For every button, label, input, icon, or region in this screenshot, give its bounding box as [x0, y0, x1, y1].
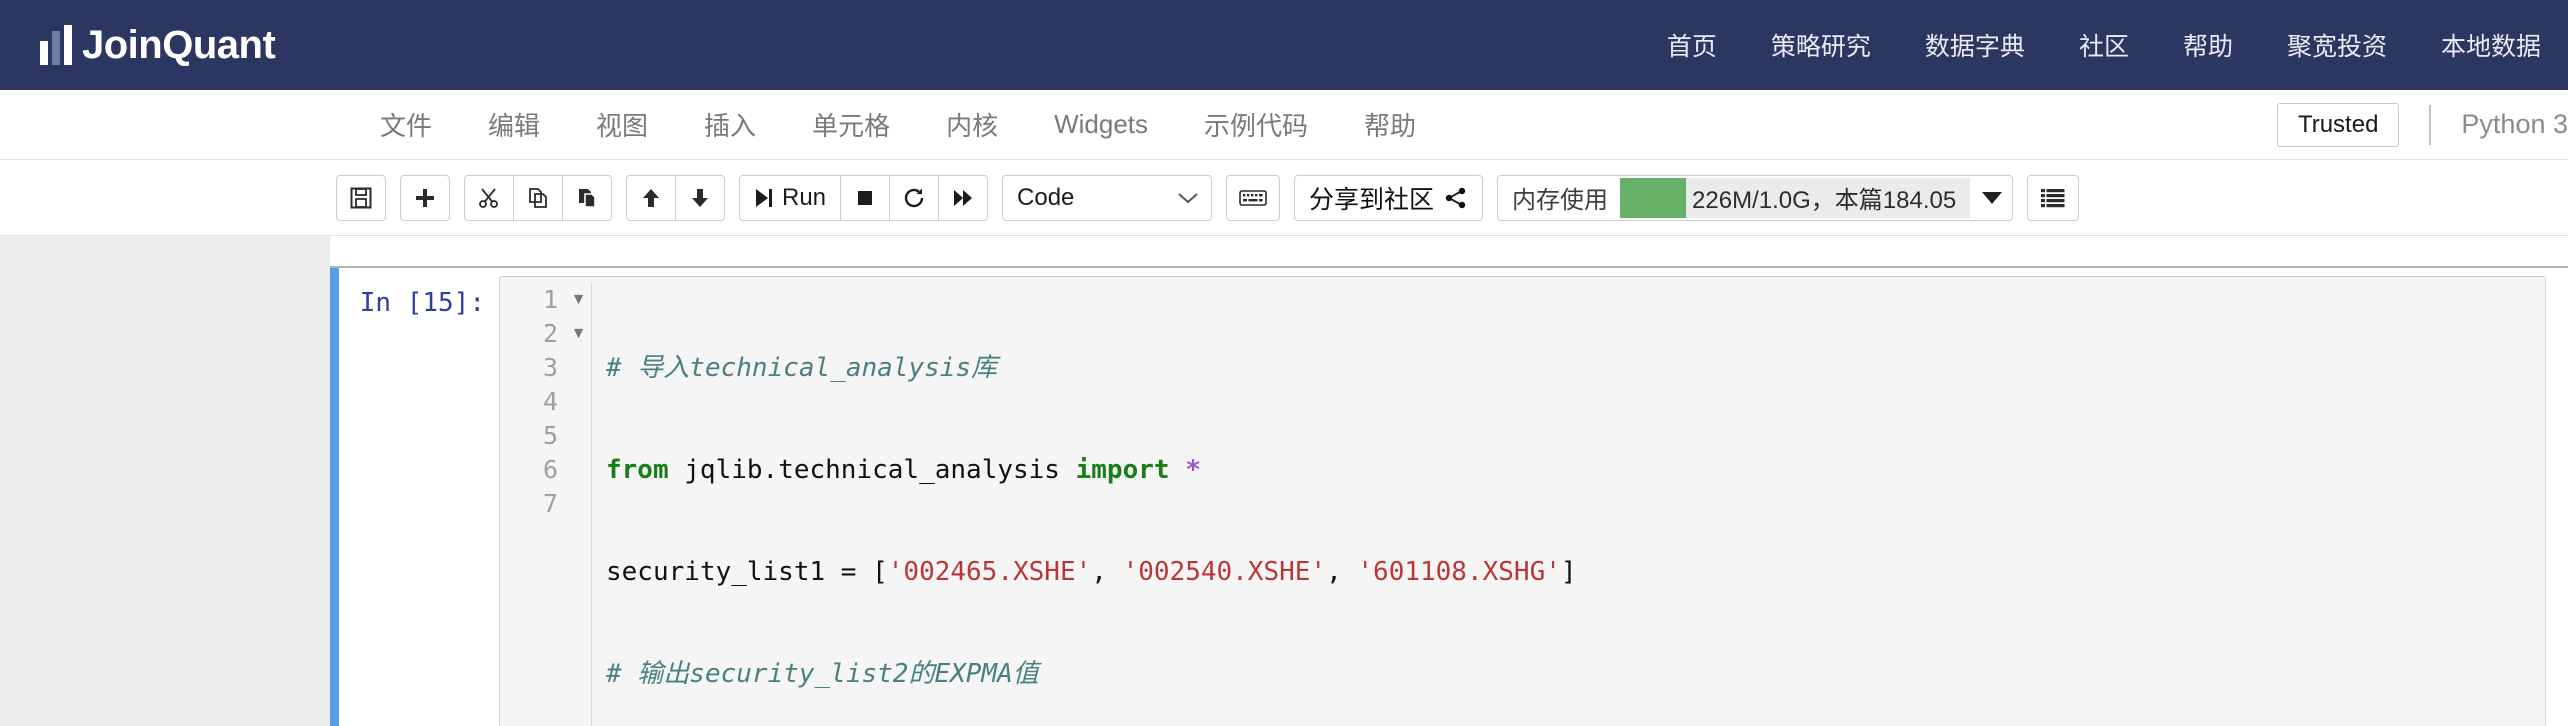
toolbar-group-clipboard [464, 174, 612, 221]
toolbar-group-move [626, 174, 725, 221]
table-of-contents-button[interactable] [2027, 174, 2080, 221]
toolbar-group-keyboard [1226, 174, 1281, 221]
notebook-left-gutter [0, 236, 330, 726]
interrupt-kernel-button[interactable] [840, 174, 891, 221]
move-cell-up-button[interactable] [626, 174, 676, 221]
cell-input-area[interactable]: 1 2 3 4 5 6 7 ▼ ▼ # 导入technical_analysis… [499, 276, 2546, 726]
cell-type-select[interactable]: Code [1002, 174, 1213, 221]
cell-selection-bar [330, 268, 339, 726]
fold-toggle-icon[interactable]: ▼ [566, 283, 591, 317]
line-number: 1 [542, 285, 558, 314]
nav-item-strategy[interactable]: 策略研究 [1744, 27, 1898, 63]
code-line: from jqlib.technical_analysis import * [606, 455, 1201, 485]
site-header: JoinQuant 首页 策略研究 数据字典 社区 帮助 聚宽投资 本地数据 [0, 0, 2568, 90]
fast-forward-icon [954, 189, 973, 206]
paste-button[interactable] [562, 174, 612, 221]
run-step-icon [756, 188, 772, 207]
nav-item-investment[interactable]: 聚宽投资 [2260, 27, 2414, 63]
keyboard-icon [1239, 189, 1267, 206]
arrow-up-icon [643, 188, 659, 207]
chevron-down-icon [1178, 192, 1198, 203]
code-fold-gutter[interactable]: ▼ ▼ [566, 283, 592, 726]
menu-insert[interactable]: 插入 [676, 106, 784, 143]
share-button-label: 分享到社区 [1309, 185, 1435, 214]
primary-nav: 首页 策略研究 数据字典 社区 帮助 聚宽投资 本地数据 [1640, 0, 2568, 90]
stop-square-icon [858, 190, 873, 205]
site-logo[interactable]: JoinQuant [40, 23, 276, 67]
nav-item-data-dictionary[interactable]: 数据字典 [1898, 27, 2052, 63]
cell-type-value: Code [1017, 183, 1075, 211]
notebook-cell[interactable]: In [15]: 1 2 3 4 5 6 7 ▼ ▼ # 导入technical… [330, 266, 2568, 726]
memory-usage-text: 226M/1.0G，本篇184.05 [1692, 187, 1957, 214]
memory-usage-label: 内存使用 [1512, 187, 1609, 214]
restart-and-run-all-button[interactable] [938, 174, 989, 221]
toolbar-group-add [400, 174, 450, 221]
move-cell-down-button[interactable] [675, 174, 725, 221]
menubar-right-group: Trusted Python 3 [2276, 90, 2568, 159]
nav-item-home[interactable]: 首页 [1640, 27, 1744, 63]
toolbar-group-save [336, 174, 386, 221]
plus-icon [416, 188, 434, 207]
code-line: # 输出security_list2的EXPMA值 [606, 659, 1039, 689]
share-to-community-button[interactable]: 分享到社区 [1294, 174, 1484, 221]
line-number: 2 [542, 319, 558, 348]
nav-item-local-data[interactable]: 本地数据 [2414, 27, 2568, 63]
menu-widgets[interactable]: Widgets [1026, 109, 1176, 140]
cut-button[interactable] [464, 174, 514, 221]
command-palette-button[interactable] [1226, 174, 1281, 221]
menubar-divider [2429, 104, 2432, 145]
trusted-button[interactable]: Trusted [2276, 102, 2400, 147]
run-button[interactable]: Run [739, 174, 842, 221]
notebook-menubar: 文件 编辑 视图 插入 单元格 内核 Widgets 示例代码 帮助 Trust… [0, 90, 2568, 160]
menu-help[interactable]: 帮助 [1336, 106, 1444, 143]
copy-button[interactable] [513, 174, 563, 221]
list-lines-icon [2041, 188, 2065, 207]
run-button-label: Run [782, 183, 827, 211]
cell-execution-prompt: In [15]: [359, 288, 485, 318]
menu-file[interactable]: 文件 [352, 106, 460, 143]
code-line: security_list1 = ['002465.XSHE', '002540… [606, 557, 1577, 587]
menu-cell[interactable]: 单元格 [784, 106, 918, 143]
notebook-body: In [15]: 1 2 3 4 5 6 7 ▼ ▼ # 导入technical… [0, 236, 2568, 726]
arrow-down-icon [692, 188, 708, 207]
line-number: 6 [542, 455, 558, 484]
line-number: 4 [542, 387, 558, 416]
notebook-toolbar: Run Code 分享到社区 内存使用 226M/1.0G，本篇184.05 [0, 160, 2568, 236]
cell-content: 1 2 3 4 5 6 7 ▼ ▼ # 导入technical_analysis… [499, 276, 2568, 726]
logo-text: JoinQuant [82, 23, 276, 67]
memory-usage-bar: 226M/1.0G，本篇184.05 [1620, 177, 1971, 218]
paste-icon [579, 188, 596, 208]
copy-icon [529, 187, 547, 208]
nav-item-community[interactable]: 社区 [2052, 27, 2156, 63]
notebook-page: In [15]: 1 2 3 4 5 6 7 ▼ ▼ # 导入technical… [330, 236, 2568, 726]
menu-examples[interactable]: 示例代码 [1176, 106, 1336, 143]
code-line: # 导入technical_analysis库 [606, 353, 998, 383]
caret-down-icon[interactable] [1982, 191, 2003, 204]
menu-view[interactable]: 视图 [568, 106, 676, 143]
insert-cell-button[interactable] [400, 174, 450, 221]
line-number: 7 [542, 489, 558, 518]
save-button[interactable] [336, 174, 386, 221]
line-number: 5 [542, 421, 558, 450]
bar-chart-logo-icon [40, 25, 72, 65]
code-line-numbers: 1 2 3 4 5 6 7 [500, 283, 566, 726]
code-editor[interactable]: # 导入technical_analysis库 from jqlib.techn… [592, 283, 2545, 726]
kernel-indicator[interactable]: Python 3 [2461, 109, 2568, 140]
floppy-disk-icon [350, 187, 372, 208]
menu-kernel[interactable]: 内核 [918, 106, 1026, 143]
memory-usage-indicator[interactable]: 内存使用 226M/1.0G，本篇184.05 [1497, 174, 2014, 221]
fold-toggle-icon[interactable]: ▼ [566, 317, 591, 351]
toolbar-group-run: Run [739, 174, 989, 221]
nav-item-help[interactable]: 帮助 [2156, 27, 2260, 63]
restart-kernel-button[interactable] [889, 174, 940, 221]
toolbar-group-toc [2027, 174, 2080, 221]
line-number: 3 [542, 353, 558, 382]
share-nodes-icon [1445, 187, 1466, 208]
restart-circular-arrow-icon [904, 188, 924, 207]
cell-body: In [15]: 1 2 3 4 5 6 7 ▼ ▼ # 导入technical… [339, 268, 2568, 726]
scissors-icon [479, 187, 498, 208]
menu-edit[interactable]: 编辑 [460, 106, 568, 143]
